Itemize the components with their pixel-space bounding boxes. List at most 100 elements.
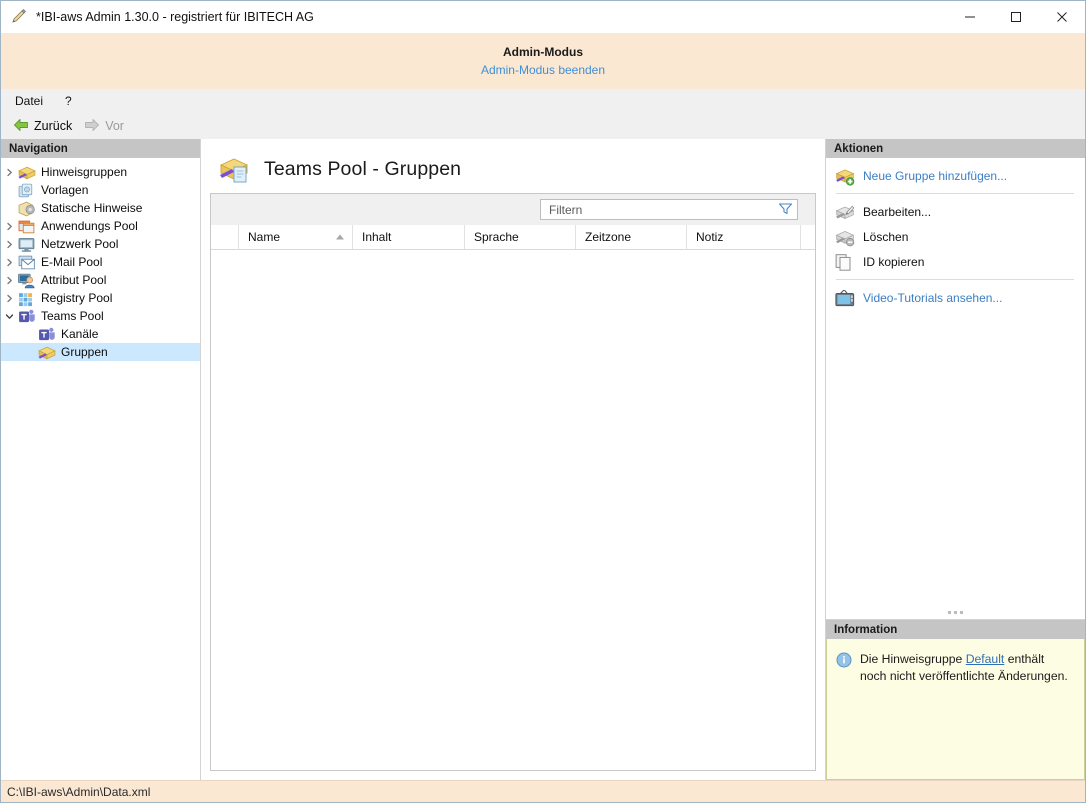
table-col-inhalt[interactable]: Inhalt bbox=[353, 225, 465, 249]
column-header-label: Notiz bbox=[696, 230, 724, 244]
info-circle-icon bbox=[836, 652, 852, 668]
sidebar-item-hinweisgruppen[interactable]: Hinweisgruppen bbox=[1, 163, 200, 181]
box-add-icon bbox=[835, 167, 855, 186]
teams-icon bbox=[18, 308, 36, 324]
minimize-button[interactable] bbox=[947, 1, 993, 32]
information-text-before: Die Hinweisgruppe bbox=[860, 652, 966, 666]
navigation-panel: Navigation Hinweisgruppen Vorlagen Statisc… bbox=[1, 139, 201, 780]
sidebar-item-statische-hinweise[interactable]: Statische Hinweise bbox=[1, 199, 200, 217]
action-id-kopieren[interactable]: ID kopieren bbox=[826, 249, 1085, 274]
templates-icon bbox=[18, 182, 36, 198]
table-body[interactable] bbox=[211, 250, 815, 770]
table-col-zeitzone[interactable]: Zeitzone bbox=[576, 225, 687, 249]
information-pane: Information Die Hinweisgruppe Default en… bbox=[826, 620, 1085, 780]
sidebar-item-label: Gruppen bbox=[61, 345, 108, 359]
status-bar: C:\IBI-aws\Admin\Data.xml bbox=[1, 780, 1085, 802]
sidebar-item-label: Kanäle bbox=[61, 327, 99, 341]
sidebar-item-kan-le[interactable]: Kanäle bbox=[1, 325, 200, 343]
chevron-right-icon[interactable] bbox=[1, 240, 18, 249]
body-region: Navigation Hinweisgruppen Vorlagen Statisc… bbox=[1, 139, 1085, 780]
navigation-toolbar: Zurück Vor bbox=[1, 113, 1085, 139]
back-button[interactable]: Zurück bbox=[9, 118, 76, 135]
information-body: Die Hinweisgruppe Default enthält noch n… bbox=[826, 639, 1085, 780]
menu-datei[interactable]: Datei bbox=[15, 94, 43, 108]
content-area: Teams Pool - Gruppen Name Inhalt Sprache Ze… bbox=[201, 139, 825, 780]
filter-row bbox=[211, 194, 815, 225]
column-header-label: Name bbox=[248, 230, 281, 244]
tv-icon bbox=[835, 289, 855, 307]
chevron-right-icon[interactable] bbox=[1, 294, 18, 303]
sidebar-item-label: Anwendungs Pool bbox=[41, 219, 138, 233]
table-header-row: Name Inhalt Sprache Zeitzone Notiz bbox=[211, 225, 815, 250]
actions-pane: Aktionen Neue Gruppe hinzufügen... Bearbe… bbox=[826, 139, 1085, 620]
funnel-icon[interactable] bbox=[778, 202, 793, 218]
table-col-notiz[interactable]: Notiz bbox=[687, 225, 801, 249]
mail-icon bbox=[18, 254, 36, 270]
sidebar-item-label: Vorlagen bbox=[41, 183, 89, 197]
page-title: Teams Pool - Gruppen bbox=[264, 157, 462, 180]
sidebar-item-registry-pool[interactable]: Registry Pool bbox=[1, 289, 200, 307]
box-orange-icon bbox=[38, 344, 56, 360]
navigation-tree[interactable]: Hinweisgruppen Vorlagen Statische Hinweise… bbox=[1, 158, 200, 780]
chevron-right-icon[interactable] bbox=[1, 222, 18, 231]
forward-button-label: Vor bbox=[105, 119, 124, 133]
search-input[interactable] bbox=[549, 202, 778, 217]
close-button[interactable] bbox=[1039, 1, 1085, 32]
sidebar-item-gruppen[interactable]: Gruppen bbox=[1, 343, 200, 361]
admin-mode-exit-link[interactable]: Admin-Modus beenden bbox=[481, 63, 605, 77]
menu-bar: Datei ? bbox=[1, 89, 1085, 113]
action-bearbeiten[interactable]: Bearbeiten... bbox=[826, 199, 1085, 224]
box-delete-icon bbox=[835, 228, 855, 247]
table-col-name[interactable]: Name bbox=[239, 225, 353, 249]
table-col-select[interactable] bbox=[211, 225, 239, 249]
arrow-right-icon bbox=[84, 118, 100, 135]
sidebar-item-teams-pool[interactable]: Teams Pool bbox=[1, 307, 200, 325]
action-label: Neue Gruppe hinzufügen... bbox=[863, 168, 1008, 183]
data-grid: Name Inhalt Sprache Zeitzone Notiz bbox=[210, 193, 816, 771]
window-controls bbox=[947, 1, 1085, 32]
sidebar-item-label: Teams Pool bbox=[41, 309, 104, 323]
action-label: ID kopieren bbox=[863, 254, 925, 269]
table-col-sprache[interactable]: Sprache bbox=[465, 225, 576, 249]
action-label: Video-Tutorials ansehen... bbox=[863, 290, 1003, 305]
arrow-left-icon bbox=[13, 118, 29, 135]
action-video-tutorials[interactable]: Video-Tutorials ansehen... bbox=[826, 285, 1085, 310]
sidebar-item-e-mail-pool[interactable]: E-Mail Pool bbox=[1, 253, 200, 271]
chevron-right-icon[interactable] bbox=[1, 276, 18, 285]
information-message: Die Hinweisgruppe Default enthält noch n… bbox=[860, 651, 1074, 685]
actions-separator bbox=[836, 279, 1074, 280]
sidebar-item-label: Statische Hinweise bbox=[41, 201, 143, 215]
sidebar-item-netzwerk-pool[interactable]: Netzwerk Pool bbox=[1, 235, 200, 253]
sidebar-item-vorlagen[interactable]: Vorlagen bbox=[1, 181, 200, 199]
pencil-tool-icon bbox=[10, 8, 28, 26]
action-neue-gruppe[interactable]: Neue Gruppe hinzufügen... bbox=[826, 163, 1085, 188]
sidebar-item-attribut-pool[interactable]: Attribut Pool bbox=[1, 271, 200, 289]
information-panel-header: Information bbox=[826, 620, 1085, 639]
maximize-button[interactable] bbox=[993, 1, 1039, 32]
registry-grid-icon bbox=[18, 290, 36, 307]
filter-box[interactable] bbox=[540, 199, 798, 220]
admin-mode-banner: Admin-Modus Admin-Modus beenden bbox=[1, 33, 1085, 89]
sidebar-item-label: Netzwerk Pool bbox=[41, 237, 119, 251]
sidebar-item-label: E-Mail Pool bbox=[41, 255, 103, 269]
chevron-right-icon[interactable] bbox=[1, 258, 18, 267]
sidebar-item-anwendungs-pool[interactable]: Anwendungs Pool bbox=[1, 217, 200, 235]
title-bar: *IBI-aws Admin 1.30.0 - registriert für … bbox=[1, 1, 1085, 33]
edit-pencil-box-icon bbox=[835, 203, 855, 220]
information-default-link[interactable]: Default bbox=[966, 652, 1005, 666]
teams-icon bbox=[38, 326, 56, 342]
menu-help[interactable]: ? bbox=[65, 94, 72, 108]
copy-pages-icon bbox=[835, 253, 855, 271]
action-loeschen[interactable]: Löschen bbox=[826, 224, 1085, 249]
chevron-right-icon[interactable] bbox=[1, 168, 18, 177]
actions-separator bbox=[836, 193, 1074, 194]
static-notes-icon bbox=[18, 200, 36, 217]
monitor-icon bbox=[18, 236, 36, 252]
chevron-down-icon[interactable] bbox=[1, 312, 18, 321]
action-label: Bearbeiten... bbox=[863, 204, 932, 219]
actions-panel-header: Aktionen bbox=[826, 139, 1085, 158]
back-button-label: Zurück bbox=[34, 119, 73, 133]
column-header-label: Sprache bbox=[474, 230, 519, 244]
sort-ascending-icon bbox=[336, 234, 344, 240]
panel-resize-grip[interactable] bbox=[826, 606, 1085, 619]
